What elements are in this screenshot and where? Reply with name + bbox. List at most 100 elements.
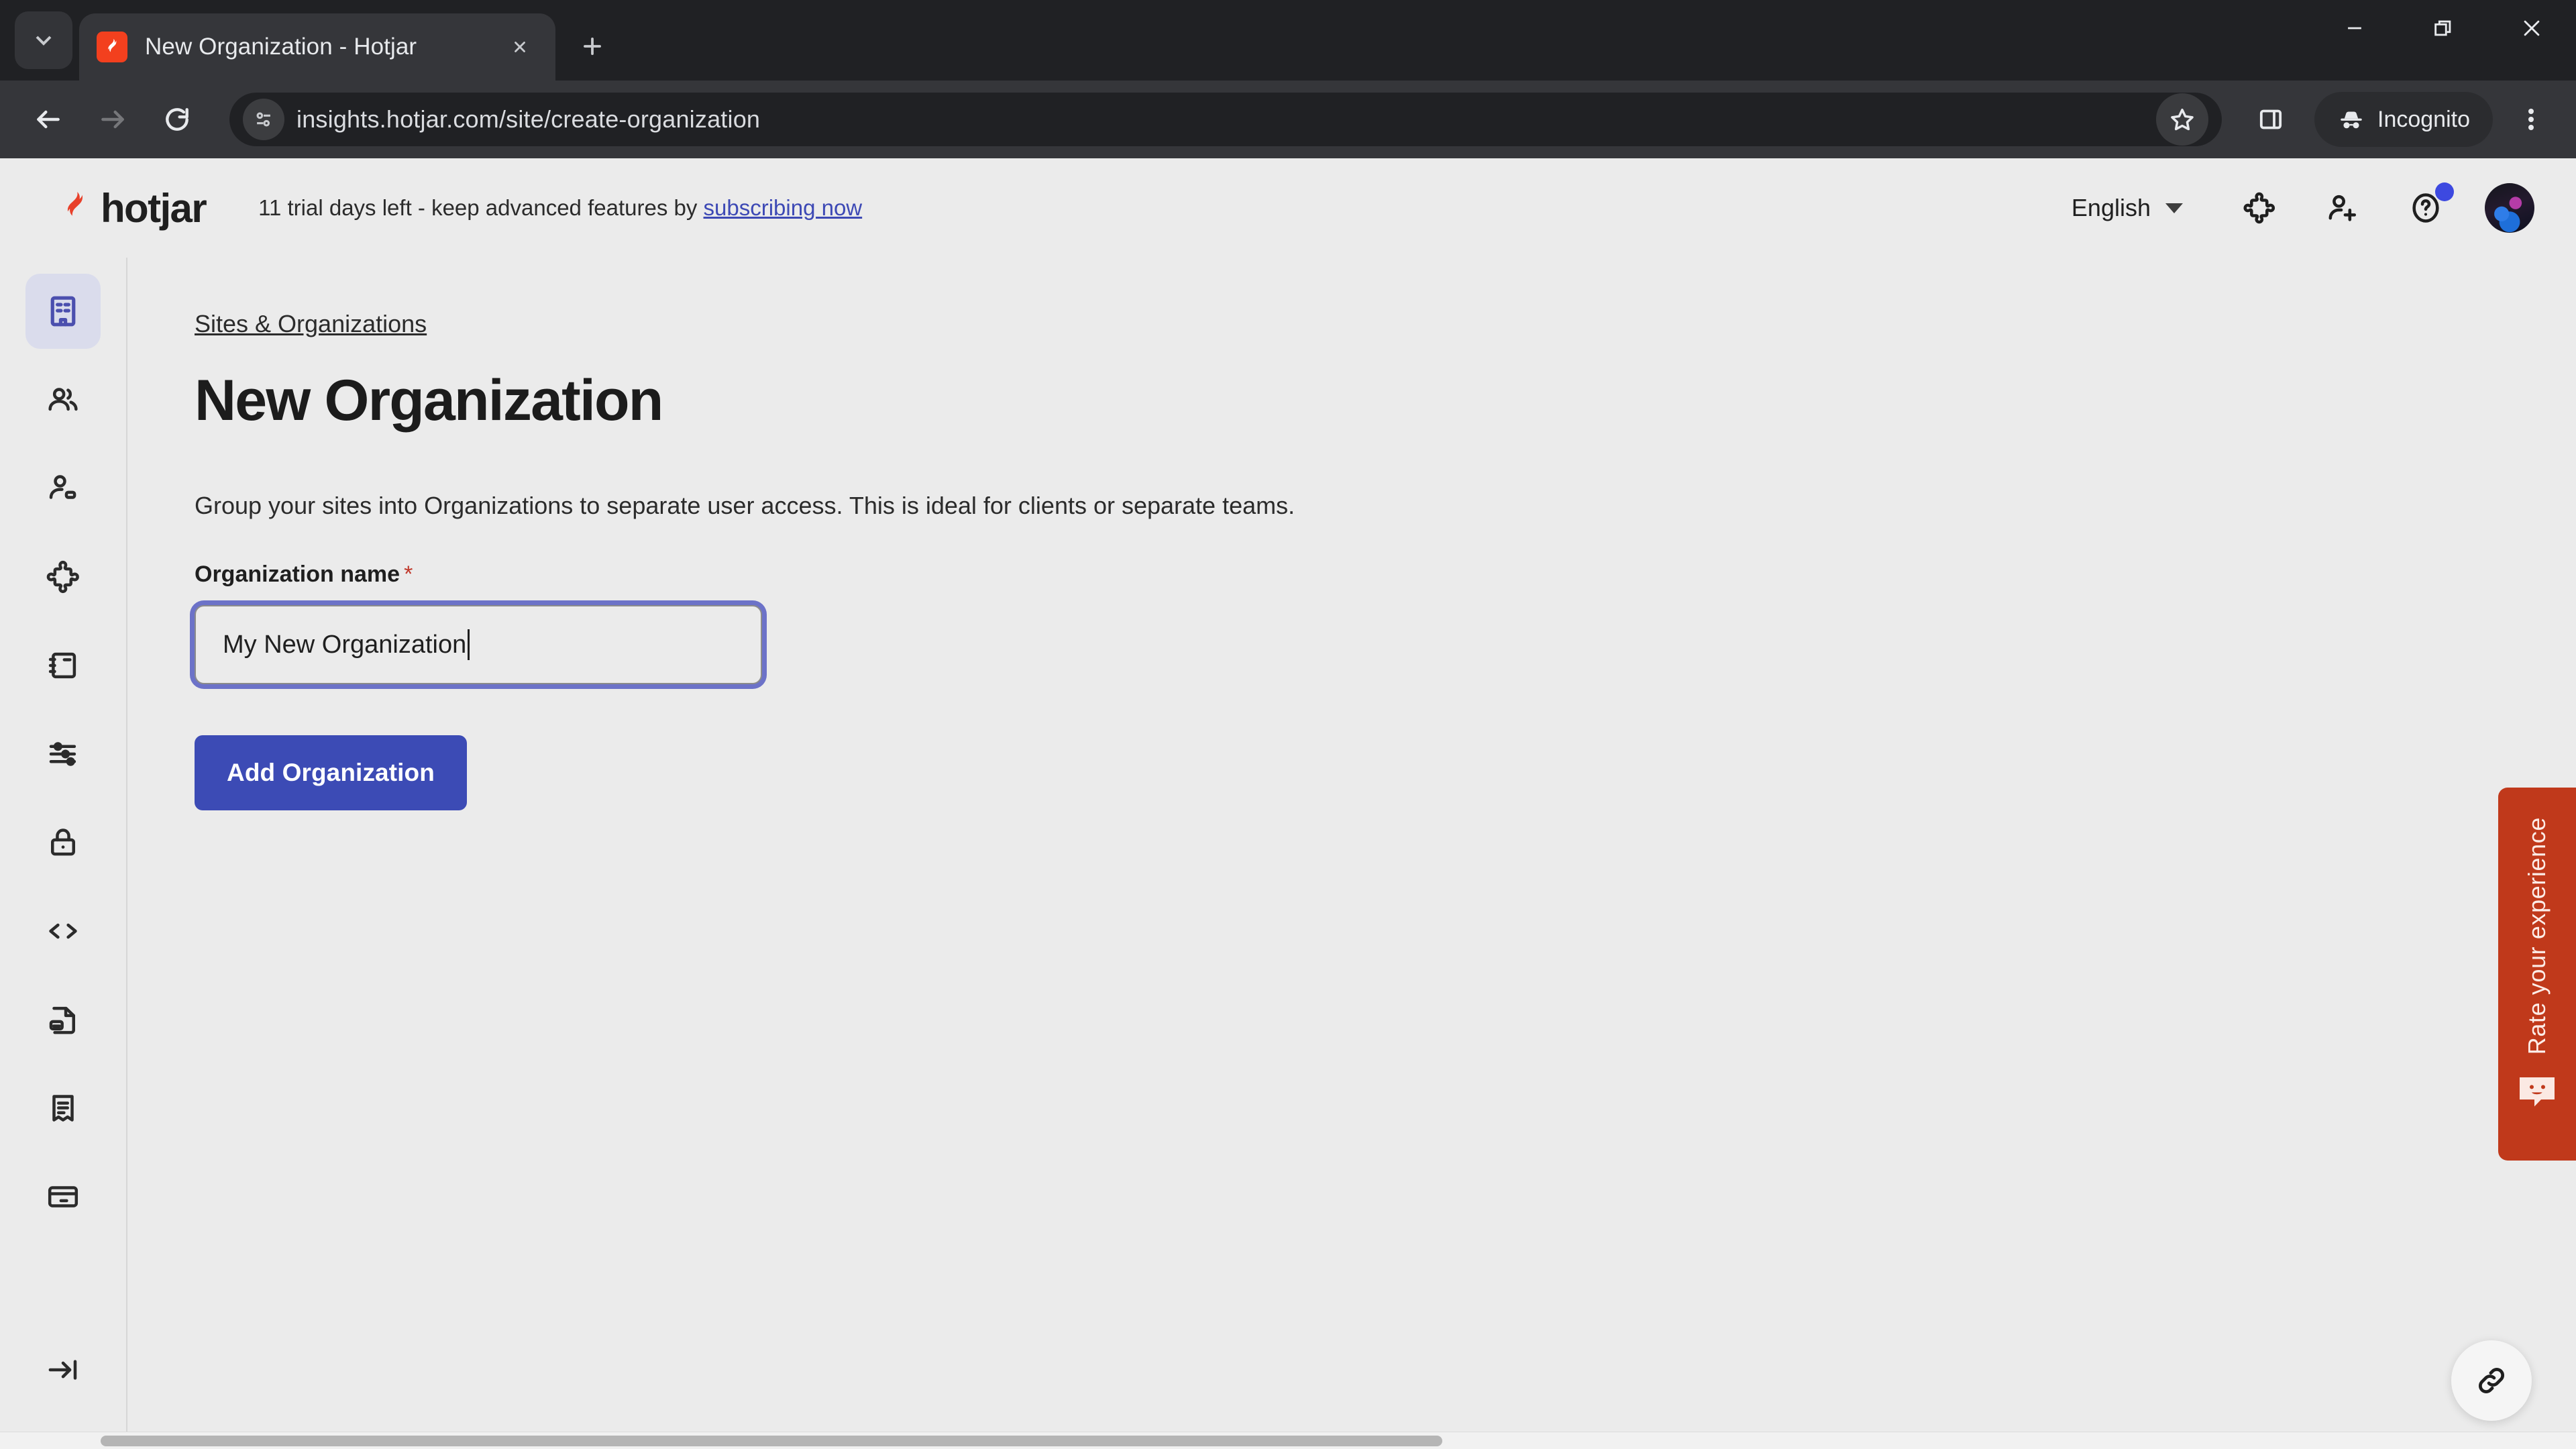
browser-toolbar: insights.hotjar.com/site/create-organiza… xyxy=(0,80,2576,158)
horizontal-scrollbar[interactable] xyxy=(0,1432,2576,1449)
sidebar-item-sites-organizations[interactable] xyxy=(25,274,101,349)
app-header: hotjar 11 trial days left - keep advance… xyxy=(0,158,2576,258)
sidebar-item-payment-methods[interactable] xyxy=(25,1159,101,1234)
notification-badge xyxy=(2435,182,2454,201)
chevron-down-icon xyxy=(2165,203,2183,213)
scrollbar-thumb[interactable] xyxy=(101,1436,1442,1446)
url-text: insights.hotjar.com/site/create-organiza… xyxy=(297,105,761,133)
close-tab-button[interactable] xyxy=(502,29,538,65)
language-selector[interactable]: English xyxy=(2072,194,2183,222)
smiley-face-icon xyxy=(2520,1077,2555,1107)
plus-icon xyxy=(584,38,601,55)
close-window-button[interactable] xyxy=(2487,0,2576,56)
incognito-indicator[interactable]: Incognito xyxy=(2314,92,2493,147)
sidebar-item-invoices[interactable] xyxy=(25,1071,101,1146)
required-marker: * xyxy=(404,561,413,587)
integrations-puzzle-icon xyxy=(2243,192,2275,224)
window-controls xyxy=(2310,0,2576,80)
browser-menu-button[interactable] xyxy=(2502,91,2560,148)
restore-button[interactable] xyxy=(2399,0,2487,56)
trial-message: 11 trial days left - keep advanced featu… xyxy=(258,195,698,220)
star-icon xyxy=(2171,109,2194,131)
sidebar-item-tracking-code[interactable] xyxy=(25,894,101,969)
header-actions: English xyxy=(2072,176,2534,240)
code-brackets-icon xyxy=(49,923,77,939)
sliders-icon xyxy=(49,742,76,766)
invite-user-icon xyxy=(2328,195,2357,221)
chain-link-icon xyxy=(2478,1367,2505,1394)
browser-tab[interactable]: New Organization - Hotjar xyxy=(79,13,555,80)
tab-title: New Organization - Hotjar xyxy=(145,34,417,60)
help-button[interactable] xyxy=(2394,176,2458,240)
sidebar-item-user-attributes[interactable] xyxy=(25,451,101,526)
forward-arrow-icon xyxy=(101,110,124,129)
incognito-label: Incognito xyxy=(2377,106,2470,132)
organization-name-input[interactable]: My New Organization xyxy=(195,605,762,684)
subscribe-link[interactable]: subscribing now xyxy=(704,195,863,220)
avatar[interactable] xyxy=(2485,183,2534,233)
puzzle-icon xyxy=(46,560,79,594)
sidebar-item-integrations[interactable] xyxy=(25,539,101,614)
credit-card-icon xyxy=(48,1186,78,1208)
language-value: English xyxy=(2071,194,2151,221)
page-content: hotjar 11 trial days left - keep advance… xyxy=(0,158,2576,1449)
close-icon xyxy=(515,42,525,52)
page-title: New Organization xyxy=(195,368,663,433)
sidebar-item-team[interactable] xyxy=(25,362,101,437)
site-settings-icon xyxy=(256,112,270,127)
hotjar-flame-icon xyxy=(67,192,83,216)
main-content: Sites & Organizations New Organization G… xyxy=(127,258,2576,1432)
label-text: Organization name xyxy=(195,561,400,587)
back-arrow-icon xyxy=(37,110,60,129)
side-panel-icon xyxy=(2259,109,2282,129)
close-icon xyxy=(2524,20,2540,36)
sidebar-item-privacy[interactable] xyxy=(25,805,101,880)
sidebar xyxy=(0,258,127,1432)
minimize-icon xyxy=(2348,27,2361,30)
site-settings-button[interactable] xyxy=(243,99,284,140)
hotjar-logo[interactable]: hotjar xyxy=(58,185,207,231)
forward-button[interactable] xyxy=(80,87,145,152)
user-settings-icon xyxy=(49,475,76,499)
page-description: Group your sites into Organizations to s… xyxy=(195,492,1295,519)
organization-name-label: Organization name * xyxy=(195,561,2576,588)
copy-link-button[interactable] xyxy=(2451,1340,2532,1421)
new-tab-button[interactable] xyxy=(568,21,617,71)
document-card-icon xyxy=(49,1006,75,1034)
receipt-icon xyxy=(52,1095,74,1122)
building-icon xyxy=(50,296,76,327)
body-row: Sites & Organizations New Organization G… xyxy=(0,258,2576,1432)
users-icon xyxy=(48,388,78,411)
bookmark-button[interactable] xyxy=(2156,93,2208,146)
integrations-button[interactable] xyxy=(2227,176,2292,240)
reload-icon xyxy=(166,108,189,131)
address-bar[interactable]: insights.hotjar.com/site/create-organiza… xyxy=(229,93,2222,146)
chevron-down-icon xyxy=(36,36,52,46)
three-dot-menu-icon xyxy=(2528,106,2534,133)
reload-button[interactable] xyxy=(145,87,209,152)
tab-search-button[interactable] xyxy=(15,11,72,69)
trial-banner: 11 trial days left - keep advanced featu… xyxy=(258,195,862,221)
add-organization-button[interactable]: Add Organization xyxy=(195,735,467,810)
organization-name-value: My New Organization xyxy=(223,630,467,659)
sidebar-item-billing-document[interactable] xyxy=(25,982,101,1057)
minimize-button[interactable] xyxy=(2310,0,2399,56)
rate-experience-label: Rate your experience xyxy=(2523,817,2551,1055)
split-view-button[interactable] xyxy=(2242,91,2300,148)
back-button[interactable] xyxy=(16,87,80,152)
incognito-hat-icon xyxy=(2341,111,2362,129)
lock-icon xyxy=(51,828,75,856)
restore-icon xyxy=(2434,20,2451,36)
logo-text: hotjar xyxy=(101,185,207,231)
breadcrumb[interactable]: Sites & Organizations xyxy=(195,310,427,338)
rate-experience-tab[interactable]: Rate your experience xyxy=(2498,788,2576,1161)
sidebar-item-notes[interactable] xyxy=(25,628,101,703)
browser-window: New Organization - Hotjar insights.hotja… xyxy=(0,0,2576,1449)
expand-sidebar-button[interactable] xyxy=(25,1332,101,1407)
text-cursor xyxy=(468,629,470,660)
expand-sidebar-icon xyxy=(48,1360,77,1380)
invite-user-button[interactable] xyxy=(2310,176,2375,240)
notebook-icon xyxy=(48,652,76,679)
tab-strip: New Organization - Hotjar xyxy=(0,0,2576,80)
sidebar-item-settings[interactable] xyxy=(25,716,101,792)
